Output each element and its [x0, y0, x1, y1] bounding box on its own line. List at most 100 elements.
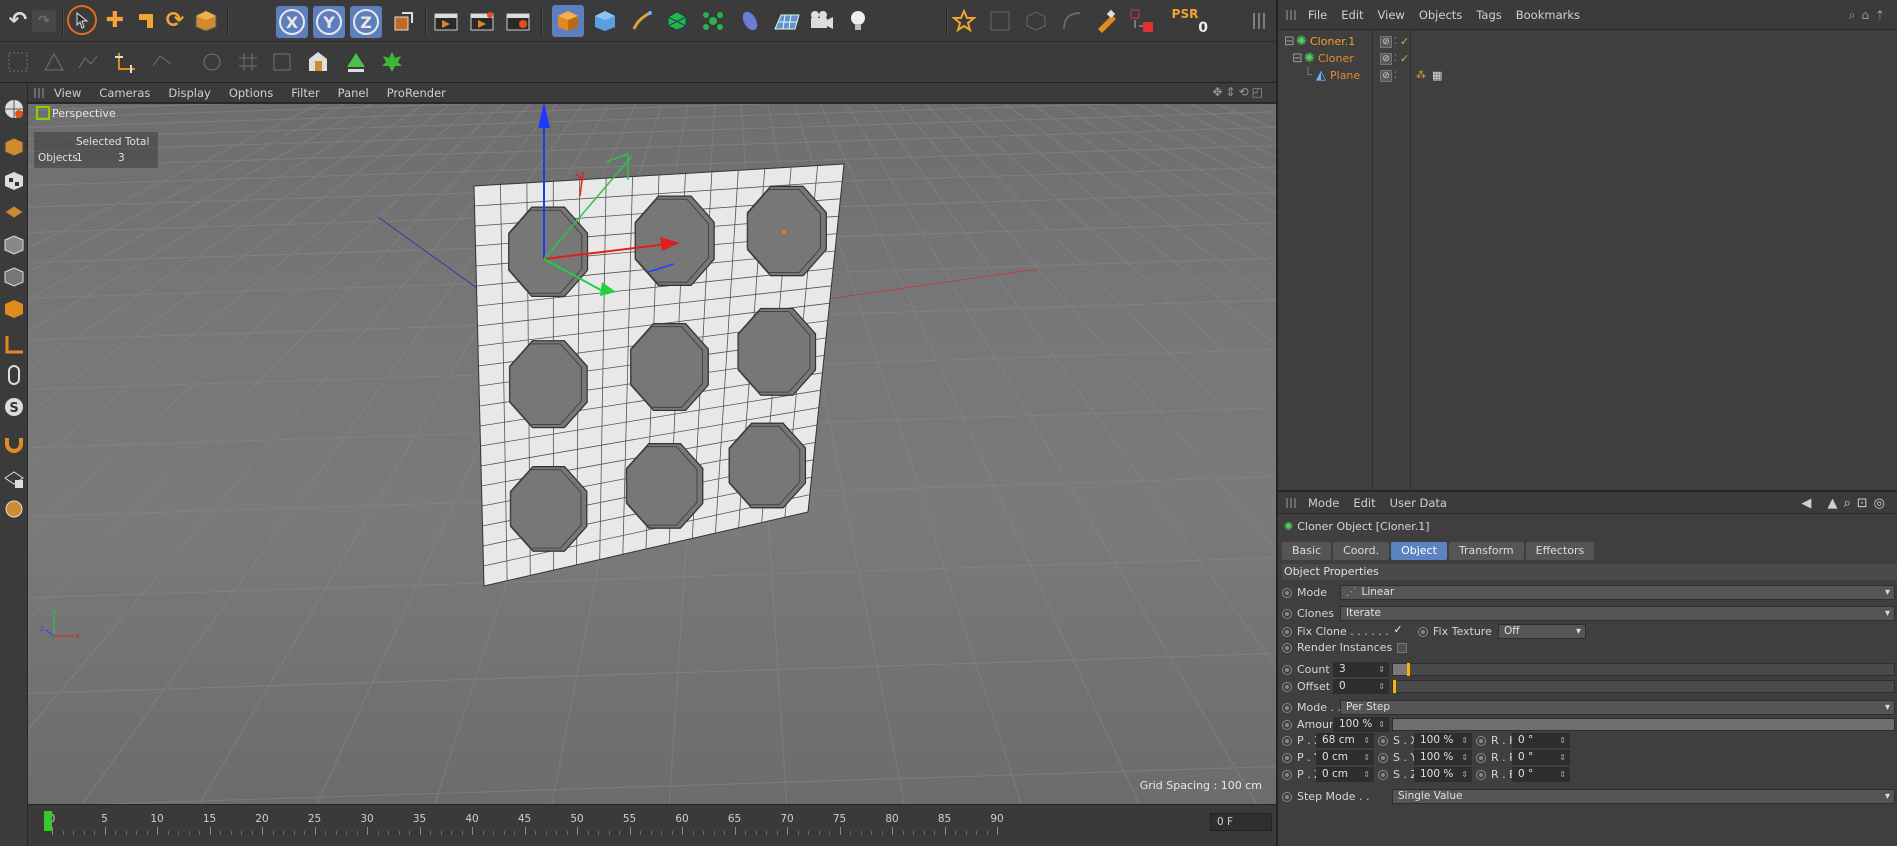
tree-collapse-icon[interactable]: ⊟ — [1292, 51, 1303, 66]
animate-radio[interactable] — [1418, 626, 1428, 637]
rp-field[interactable]: 0 ° ⇕ — [1512, 750, 1570, 765]
sx-field[interactable]: 100 % ⇕ — [1414, 733, 1472, 748]
perspective-viewport[interactable]: y x z Perspective Selected Total Objects… — [28, 104, 1276, 804]
polygons-mode-icon[interactable] — [72, 46, 104, 78]
pz-field[interactable]: 0 cm ⇕ — [1316, 767, 1374, 782]
current-frame-field[interactable]: 0 F — [1210, 813, 1272, 831]
enabled-check-icon[interactable]: ✓ — [1400, 52, 1409, 65]
planar-workplane-icon[interactable] — [1, 495, 27, 523]
step-mode-dropdown[interactable]: Single Value — [1392, 789, 1895, 804]
timeline-ruler[interactable]: 0 5 10 15 20 25 30 35 40 45 50 55 60 65 70 75 80 85 90 — [44, 809, 1214, 835]
solo-icon[interactable] — [266, 46, 298, 78]
axis-tool-icon[interactable] — [1, 331, 27, 359]
viewport-menu-display[interactable]: Display — [168, 86, 210, 100]
quantize-icon[interactable] — [1056, 5, 1088, 37]
camera-icon[interactable] — [806, 5, 838, 37]
grid-snap-icon[interactable] — [232, 46, 264, 78]
om-menu-edit[interactable]: Edit — [1341, 8, 1363, 22]
om-menu-view[interactable]: View — [1378, 8, 1405, 22]
tab-transform[interactable]: Transform — [1448, 542, 1524, 560]
animate-radio[interactable] — [1282, 752, 1292, 763]
panel-grip[interactable] — [1286, 497, 1296, 508]
py-field[interactable]: 0 cm ⇕ — [1316, 750, 1374, 765]
animate-radio[interactable] — [1476, 735, 1486, 746]
live-select-icon[interactable] — [67, 5, 97, 35]
viewport-menu-cameras[interactable]: Cameras — [99, 86, 150, 100]
undo-icon[interactable]: ↶ — [2, 5, 34, 37]
mode-dropdown[interactable]: ⋰ Linear — [1340, 585, 1895, 600]
offset-slider[interactable] — [1392, 680, 1895, 693]
snapping-s-icon[interactable]: S — [1, 393, 27, 421]
tree-collapse-icon[interactable]: ⊟ — [1284, 34, 1295, 49]
texture-tool-icon[interactable] — [1, 167, 27, 195]
phong-tag-icon[interactable]: ⁂ — [1416, 70, 1426, 81]
sz-field[interactable]: 100 % ⇕ — [1414, 767, 1472, 782]
viewport-nav-icons[interactable]: ✥⇕⟲◰ — [1212, 85, 1266, 99]
mode2-dropdown[interactable]: Per Step — [1340, 700, 1895, 715]
edges-tool-icon[interactable] — [1, 263, 27, 291]
tab-object[interactable]: Object — [1391, 542, 1447, 560]
layer-flag-icon[interactable]: ⊘ — [1380, 69, 1392, 82]
axis-z-button[interactable]: Z — [350, 6, 382, 38]
panel-grip[interactable] — [1286, 9, 1296, 20]
viewport-menu-view[interactable]: View — [54, 86, 81, 100]
om-menu-bookmarks[interactable]: Bookmarks — [1516, 8, 1580, 22]
visibility-dots-icon[interactable]: ⁚ — [1394, 71, 1397, 81]
coord-system-icon[interactable] — [388, 5, 420, 37]
axis-y-button[interactable]: Y — [313, 6, 345, 38]
layer-flag-icon[interactable]: ⊘ — [1380, 35, 1392, 48]
axis-mode-icon[interactable] — [110, 46, 142, 78]
lock-workplane-icon[interactable] — [1, 465, 27, 493]
workplane-tool-icon[interactable] — [1, 197, 27, 225]
panel-grip[interactable] — [34, 87, 44, 98]
render-instances-checkbox[interactable] — [1397, 643, 1407, 653]
rb-field[interactable]: 0 ° ⇕ — [1512, 767, 1570, 782]
floor-icon[interactable] — [770, 5, 802, 37]
om-menu-tags[interactable]: Tags — [1476, 8, 1501, 22]
amount-field[interactable]: 100 % ⇕ — [1333, 717, 1389, 732]
model-tool-icon[interactable] — [1, 133, 27, 161]
cube-icon[interactable] — [552, 5, 584, 37]
enable-axis-icon[interactable] — [302, 46, 334, 78]
om-toolbar-icons[interactable]: ⌕⌂⇡ — [1849, 8, 1891, 23]
magnet-icon[interactable] — [1, 429, 27, 457]
layer-flag-icon[interactable]: ⊘ — [1380, 52, 1392, 65]
object-name[interactable]: Plane — [1330, 69, 1360, 82]
am-menu-user-data[interactable]: User Data — [1390, 496, 1447, 510]
tweak-tool-icon[interactable] — [1, 361, 27, 389]
polygons-tool-icon[interactable] — [1, 295, 27, 323]
animate-radio[interactable] — [1282, 626, 1292, 637]
animate-radio[interactable] — [1282, 791, 1292, 802]
am-menu-mode[interactable]: Mode — [1308, 496, 1339, 510]
object-name[interactable]: Cloner — [1318, 52, 1354, 65]
px-field[interactable]: 68 cm ⇕ — [1316, 733, 1374, 748]
model-mode-icon[interactable] — [190, 5, 222, 37]
redo-icon[interactable]: ↷ — [32, 10, 56, 32]
symmetry-icon[interactable] — [376, 46, 408, 78]
animate-radio[interactable] — [1282, 642, 1292, 653]
am-toolbar-icons[interactable]: ◀ ▲⌕⊡◎ — [1801, 496, 1891, 511]
layout-grip-icon[interactable] — [1244, 5, 1276, 37]
animate-radio[interactable] — [1378, 752, 1388, 763]
count-slider[interactable] — [1392, 663, 1895, 676]
light-icon[interactable] — [842, 5, 874, 37]
mograph-icon[interactable] — [697, 5, 729, 37]
workplane-up-icon[interactable] — [340, 46, 372, 78]
viewport-menu-options[interactable]: Options — [229, 86, 273, 100]
animate-radio[interactable] — [1476, 752, 1486, 763]
clones-dropdown[interactable]: Iterate — [1340, 606, 1895, 621]
viewport-menu-panel[interactable]: Panel — [338, 86, 369, 100]
animate-radio[interactable] — [1282, 608, 1292, 619]
visibility-dots-icon[interactable]: ⁚ — [1394, 54, 1397, 64]
animate-radio[interactable] — [1282, 681, 1292, 692]
animate-radio[interactable] — [1282, 664, 1292, 675]
axis-x-button[interactable]: X — [276, 6, 308, 38]
tweak-mode-icon[interactable] — [146, 46, 178, 78]
render-settings-icon[interactable] — [502, 5, 534, 37]
animate-radio[interactable] — [1282, 735, 1292, 746]
animate-radio[interactable] — [1282, 587, 1292, 598]
object-name[interactable]: Cloner.1 — [1310, 35, 1355, 48]
move-icon[interactable]: ✚ — [99, 5, 131, 37]
rh-field[interactable]: 0 ° ⇕ — [1512, 733, 1570, 748]
count-field[interactable]: 3 ⇕ — [1333, 662, 1389, 677]
